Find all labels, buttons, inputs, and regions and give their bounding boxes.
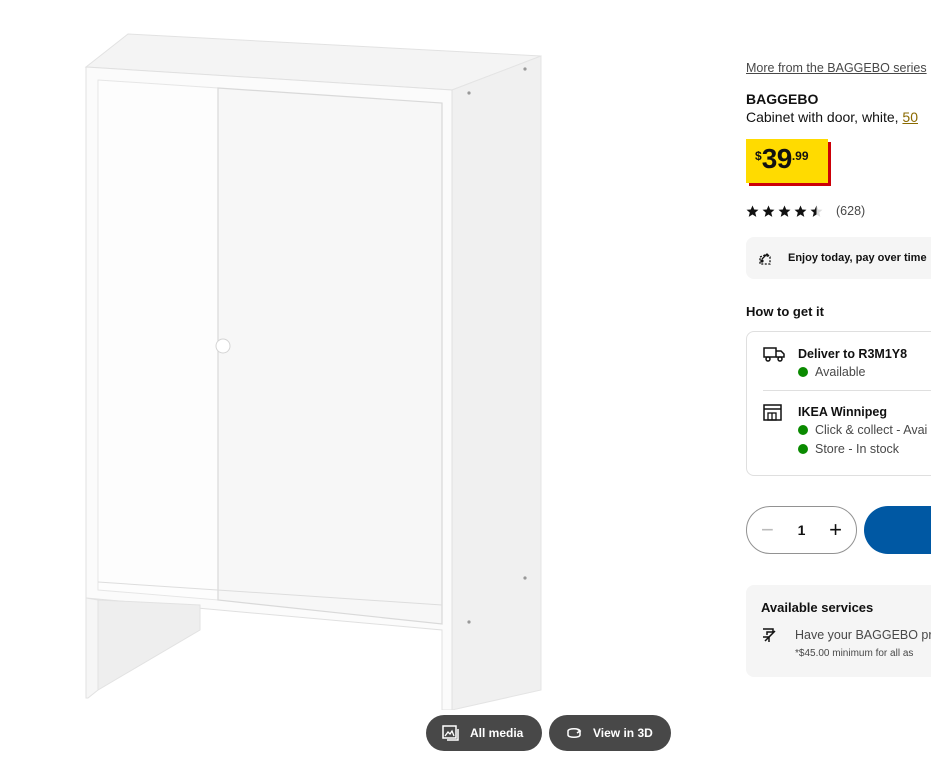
click-collect-text: Click & collect - Avai [815, 423, 928, 437]
rotate-3d-icon [567, 728, 582, 738]
product-info-panel: More from the BAGGEBO series BAGGEBO Cab… [746, 0, 931, 778]
product-size-link[interactable]: 50 [902, 109, 918, 125]
rating[interactable]: (628) [746, 204, 865, 218]
in-store-status: Store - In stock [798, 442, 899, 456]
pay-over-time-label: Enjoy today, pay over time [788, 252, 927, 264]
price-whole: 39 [761, 143, 793, 174]
add-to-bag-button[interactable] [864, 506, 931, 554]
gallery-icon [442, 725, 459, 741]
quantity-stepper: − 1 + [746, 506, 857, 554]
product-name: BAGGEBO [746, 91, 819, 107]
assembly-service-text: Have your BAGGEBO pr [795, 628, 931, 642]
price-tag: $ 39 .99 [746, 139, 828, 183]
star-icon [762, 205, 775, 217]
all-media-button[interactable]: All media [426, 715, 542, 751]
rating-count: (628) [836, 204, 866, 218]
divider [763, 390, 931, 391]
quantity-value[interactable]: 1 [798, 522, 806, 538]
price-currency: $ [755, 149, 762, 163]
cabinet-product-image[interactable] [80, 30, 550, 710]
available-dot-icon [798, 425, 808, 435]
available-dot-icon [798, 367, 808, 377]
view-in-3d-button[interactable]: View in 3D [549, 715, 671, 751]
in-store-text: Store - In stock [815, 442, 900, 456]
store-title: IKEA Winnipeg [798, 405, 888, 419]
available-services: Available services Have your BAGGEBO pr … [746, 585, 931, 677]
product-description: Cabinet with door, white, 50 [746, 109, 918, 125]
star-icon [778, 205, 791, 217]
delivery-title: Deliver to R3M1Y8 [798, 347, 908, 361]
how-to-get-it-heading: How to get it [746, 304, 824, 319]
fulfillment-options: Deliver to R3M1Y8 Available IKEA Winnipe… [746, 331, 931, 476]
truck-icon [763, 347, 785, 362]
delivery-status-text: Available [815, 365, 866, 379]
store-icon [763, 404, 782, 421]
series-link[interactable]: More from the BAGGEBO series [746, 61, 927, 75]
available-dot-icon [798, 444, 808, 454]
services-heading: Available services [761, 600, 874, 615]
payment-icon [759, 253, 771, 265]
click-collect-status: Click & collect - Avai [798, 423, 927, 437]
assembly-icon [763, 628, 776, 642]
star-half-icon [810, 205, 823, 217]
star-icon [794, 205, 807, 217]
product-description-text: Cabinet with door, white, [746, 109, 903, 125]
assembly-service-row[interactable]: Have your BAGGEBO pr [761, 627, 931, 643]
price-cents: .99 [791, 149, 809, 163]
delivery-status: Available [798, 365, 866, 379]
product-gallery: All media View in 3D [0, 0, 720, 778]
view-in-3d-label: View in 3D [593, 726, 653, 740]
pay-over-time-banner[interactable]: Enjoy today, pay over time [746, 237, 931, 279]
increase-quantity-button[interactable]: + [829, 519, 842, 541]
all-media-label: All media [470, 726, 524, 740]
decrease-quantity-button[interactable]: − [761, 519, 774, 541]
star-icon [746, 205, 759, 217]
assembly-service-note: *$45.00 minimum for all as [795, 648, 914, 659]
